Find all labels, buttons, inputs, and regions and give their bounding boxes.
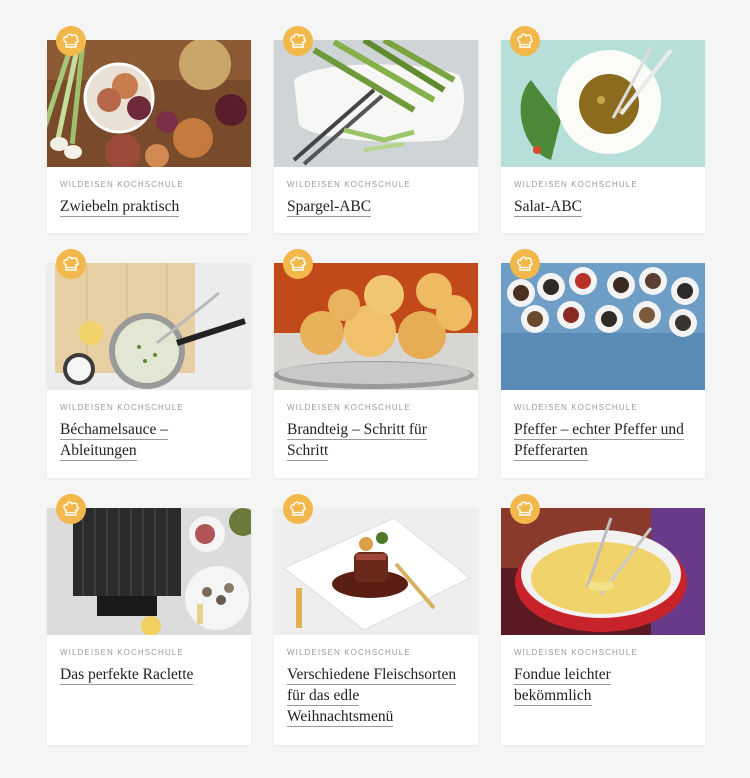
card-title[interactable]: Das perfekte Raclette [60, 664, 238, 685]
card-image[interactable] [47, 263, 251, 390]
chef-hat-icon [56, 494, 86, 524]
chef-hat-icon [510, 494, 540, 524]
card-choux[interactable]: WILDEISEN KOCHSCHULE Brandteig – Schritt… [274, 249, 478, 478]
card-kicker: WILDEISEN KOCHSCHULE [514, 403, 638, 412]
chef-hat-icon [510, 26, 540, 56]
card-kicker: WILDEISEN KOCHSCHULE [514, 648, 638, 657]
card-image[interactable] [501, 40, 705, 167]
card-kicker: WILDEISEN KOCHSCHULE [287, 648, 411, 657]
chef-hat-icon [283, 494, 313, 524]
chef-hat-icon [510, 249, 540, 279]
chef-hat-icon [283, 26, 313, 56]
card-image[interactable] [501, 263, 705, 390]
recipe-grid: WILDEISEN KOCHSCHULE Zwiebeln praktisch [47, 26, 705, 745]
card-kicker: WILDEISEN KOCHSCHULE [60, 648, 184, 657]
card-pepper[interactable]: WILDEISEN KOCHSCHULE Pfeffer – echter Pf… [501, 249, 705, 478]
chef-hat-icon [56, 249, 86, 279]
card-image[interactable] [274, 508, 478, 635]
card-fondue[interactable]: WILDEISEN KOCHSCHULE Fondue leichter bek… [501, 494, 705, 745]
card-image[interactable] [47, 508, 251, 635]
card-salad[interactable]: WILDEISEN KOCHSCHULE Salat-ABC [501, 26, 705, 233]
card-kicker: WILDEISEN KOCHSCHULE [60, 403, 184, 412]
card-title[interactable]: Béchamelsauce – Ableitungen [60, 419, 238, 461]
card-title[interactable]: Pfeffer – echter Pfeffer und Pfefferarte… [514, 419, 692, 461]
card-title[interactable]: Fondue leichter bekömmlich [514, 664, 692, 706]
card-kicker: WILDEISEN KOCHSCHULE [287, 180, 411, 189]
card-raclette[interactable]: WILDEISEN KOCHSCHULE Das perfekte Raclet… [47, 494, 251, 745]
card-title[interactable]: Salat-ABC [514, 196, 692, 217]
card-meat[interactable]: WILDEISEN KOCHSCHULE Verschiedene Fleisc… [274, 494, 478, 745]
card-image[interactable] [274, 263, 478, 390]
card-title[interactable]: Zwiebeln praktisch [60, 196, 238, 217]
card-onions[interactable]: WILDEISEN KOCHSCHULE Zwiebeln praktisch [47, 26, 251, 233]
chef-hat-icon [56, 26, 86, 56]
card-title[interactable]: Spargel-ABC [287, 196, 465, 217]
card-bechamel[interactable]: WILDEISEN KOCHSCHULE Béchamelsauce – Abl… [47, 249, 251, 478]
card-kicker: WILDEISEN KOCHSCHULE [514, 180, 638, 189]
card-image[interactable] [274, 40, 478, 167]
card-asparagus[interactable]: WILDEISEN KOCHSCHULE Spargel-ABC [274, 26, 478, 233]
card-image[interactable] [501, 508, 705, 635]
card-kicker: WILDEISEN KOCHSCHULE [60, 180, 184, 189]
card-title[interactable]: Brandteig – Schritt für Schritt [287, 419, 465, 461]
chef-hat-icon [283, 249, 313, 279]
card-kicker: WILDEISEN KOCHSCHULE [287, 403, 411, 412]
card-title[interactable]: Verschiedene Fleischsorten für das edle … [287, 664, 465, 727]
card-image[interactable] [47, 40, 251, 167]
